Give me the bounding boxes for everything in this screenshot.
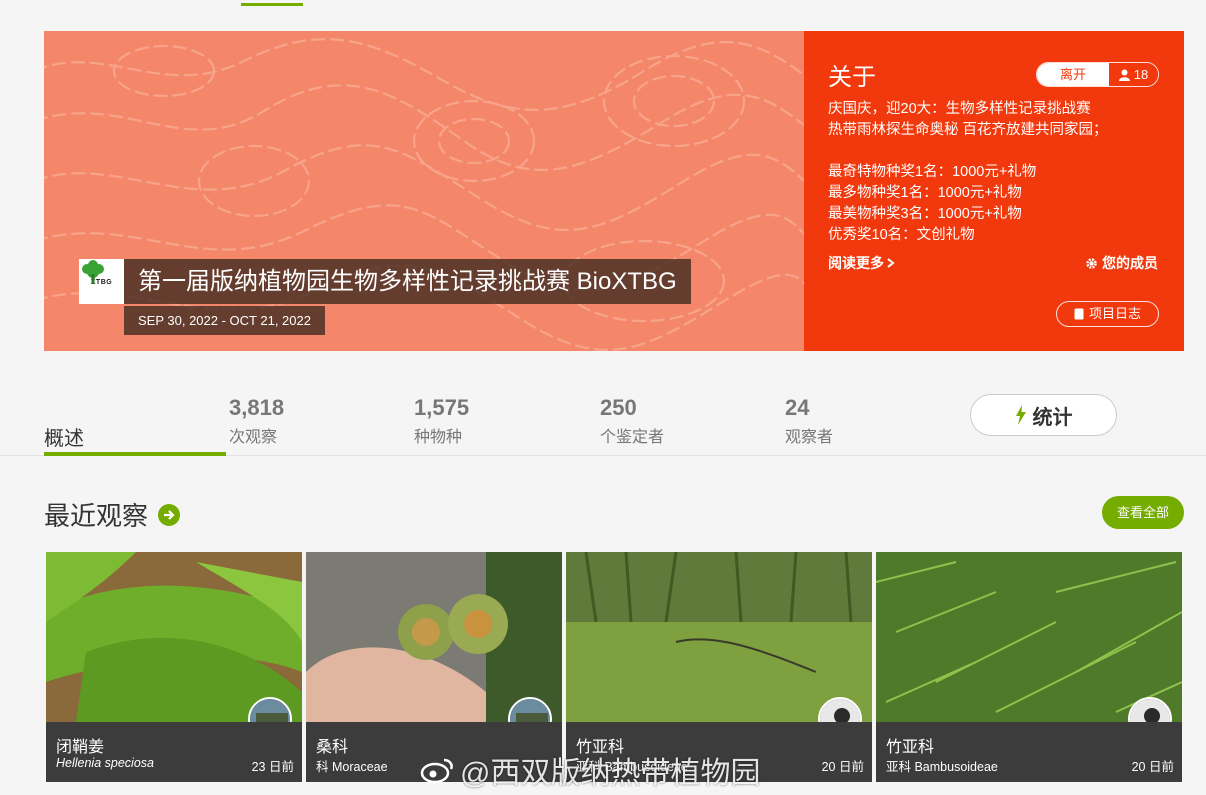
lightning-icon	[1015, 405, 1026, 425]
book-icon	[1074, 308, 1084, 320]
observation-time: 23 日前	[251, 760, 294, 774]
read-more-link[interactable]: 阅读更多	[828, 253, 895, 273]
journal-button[interactable]: 项目日志	[1056, 301, 1159, 327]
user-icon	[1118, 69, 1130, 81]
observation-card[interactable]: 竹亚科 亚科 Bambusoideae 20 日前	[876, 552, 1182, 782]
watermark-text: @西双版纳热带植物园	[460, 757, 761, 790]
stat-identifiers[interactable]: 250 个鉴定者	[600, 395, 664, 447]
banner-image: XTBG 第一届版纳植物园生物多样性记录挑战赛 BioXTBG SEP 30, …	[44, 31, 804, 351]
project-dates: SEP 30, 2022 - OCT 21, 2022	[124, 306, 325, 335]
arrow-right-icon	[164, 509, 175, 520]
project-title: 第一届版纳植物园生物多样性记录挑战赛 BioXTBG	[124, 259, 691, 304]
recent-observations-heading[interactable]: 最近观察	[44, 496, 181, 533]
stats-button[interactable]: 统计	[970, 394, 1117, 436]
your-members-label: 您的成员	[1102, 255, 1158, 271]
observation-common-name: 竹亚科	[886, 739, 935, 756]
read-more-label: 阅读更多	[828, 255, 884, 271]
observation-photo[interactable]	[566, 552, 872, 722]
observation-photo[interactable]	[876, 552, 1182, 722]
project-logo[interactable]: XTBG	[79, 259, 124, 304]
observation-info: 竹亚科 亚科 Bambusoideae 20 日前	[876, 722, 1182, 782]
observation-card[interactable]: 闭鞘姜 Hellenia speciosa 23 日前	[46, 552, 302, 782]
stats-button-label: 统计	[1032, 406, 1073, 429]
observation-scientific-name: 亚科 Bambusoideae	[886, 760, 998, 774]
stat-observations-value: 3,818	[229, 395, 285, 420]
weibo-icon	[420, 758, 453, 784]
member-count-value: 18	[1133, 67, 1149, 82]
observation-common-name: 桑科	[316, 739, 349, 756]
member-count-badge[interactable]: 18	[1109, 63, 1158, 86]
stat-identifiers-value: 250	[600, 395, 637, 420]
about-description: 庆国庆，迎20大：生物多样性记录挑战赛 热带雨林探生命奥秘 百花齐放建共同家园；…	[828, 101, 1108, 243]
observation-common-name: 闭鞘姜	[56, 739, 105, 756]
observation-time: 20 日前	[821, 760, 864, 774]
leave-member-group: 离开 18	[1036, 62, 1159, 87]
project-banner: XTBG 第一届版纳植物园生物多样性记录挑战赛 BioXTBG SEP 30, …	[44, 31, 1184, 351]
tab-overview[interactable]: 概述	[44, 422, 84, 451]
observation-photo[interactable]	[46, 552, 302, 722]
stat-observers[interactable]: 24 观察者	[785, 395, 833, 447]
stat-species-value: 1,575	[414, 395, 470, 420]
arrow-right-circle-icon[interactable]	[158, 503, 181, 526]
observation-scientific-name: Hellenia speciosa	[56, 756, 154, 770]
stats-bar: 概述 3,818 次观察 1,575 种物种 250 个鉴定者 24 观察者 统…	[0, 380, 1206, 456]
your-members-link[interactable]: 您的成员	[1085, 253, 1158, 273]
observation-info: 闭鞘姜 Hellenia speciosa 23 日前	[46, 722, 302, 782]
stat-observers-label: 观察者	[785, 429, 834, 446]
top-nav-bar	[0, 0, 1206, 8]
about-heading: 关于	[828, 64, 876, 91]
view-all-button[interactable]: 查看全部	[1102, 496, 1184, 529]
observation-time: 20 日前	[1131, 760, 1174, 774]
tree-logo-icon	[82, 260, 104, 284]
active-nav-indicator	[241, 3, 303, 6]
recent-title-label: 最近观察	[44, 501, 149, 531]
stat-identifiers-label: 个鉴定者	[600, 429, 665, 446]
journal-label: 项目日志	[1088, 306, 1141, 321]
stat-observations[interactable]: 3,818 次观察	[229, 395, 284, 447]
observation-scientific-name: 科 Moraceae	[316, 760, 388, 774]
gear-icon	[1086, 257, 1097, 269]
observation-photo[interactable]	[306, 552, 562, 722]
project-page: XTBG 第一届版纳植物园生物多样性记录挑战赛 BioXTBG SEP 30, …	[0, 0, 1206, 795]
stat-species[interactable]: 1,575 种物种	[414, 395, 469, 447]
stat-observations-label: 次观察	[229, 429, 278, 446]
leave-button[interactable]: 离开	[1037, 63, 1109, 86]
about-panel: 关于 离开 18 庆国庆，迎20大：生物多样性记录挑战赛 热带雨林探生命奥秘 百…	[804, 31, 1184, 351]
stat-observers-value: 24	[785, 395, 810, 420]
chevron-right-icon	[887, 258, 895, 268]
stat-species-label: 种物种	[414, 429, 463, 446]
weibo-watermark: @西双版纳热带植物园	[420, 748, 760, 792]
tab-overview-indicator	[44, 452, 226, 456]
